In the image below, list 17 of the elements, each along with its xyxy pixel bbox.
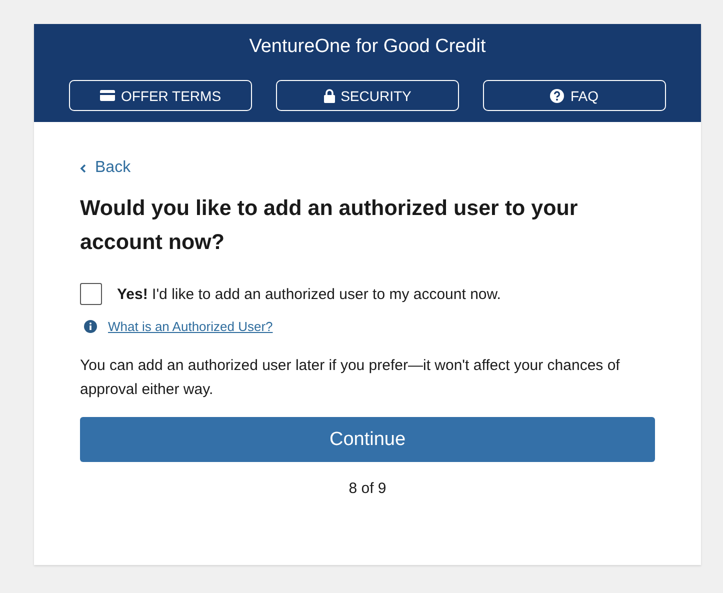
question-heading: Would you like to add an authorized user to your account now?	[80, 195, 579, 256]
checkbox-label: Yes! I'd like to add an authorized user to my account now.	[117, 286, 501, 302]
nav-button[interactable]: OFFER TERMS	[69, 80, 252, 111]
page-title: VentureOne for Good Credit	[249, 35, 486, 59]
chevron-left-icon	[80, 164, 86, 172]
progress-text: 8 of 9	[348, 480, 388, 497]
continue-button[interactable]: Continue	[80, 417, 655, 462]
credit-card-icon	[100, 90, 115, 101]
nav-button[interactable]: FAQ	[483, 80, 666, 111]
nav-button[interactable]: SECURITY	[276, 80, 459, 111]
info-icon	[84, 320, 97, 333]
lock-icon	[324, 88, 335, 102]
help-icon	[550, 88, 564, 102]
checkbox[interactable]	[80, 283, 102, 305]
back-link[interactable]: Back	[80, 158, 131, 178]
note-text: You can add an authorized user later if you prefer—it won't affect your chances of approval either way.	[80, 356, 621, 400]
help-link[interactable]: What is an Authorized User?	[108, 319, 273, 334]
